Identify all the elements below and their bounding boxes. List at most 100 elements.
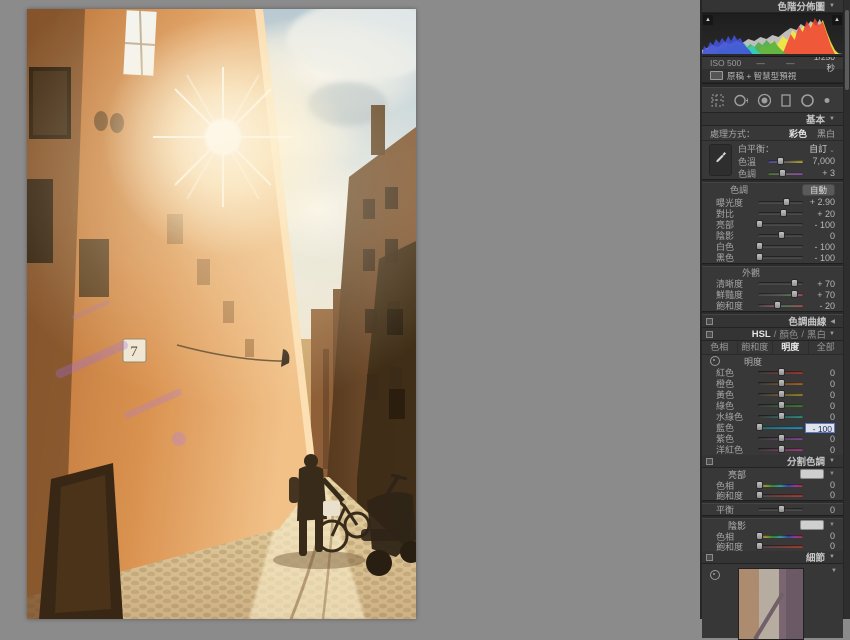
highlights-color-swatch[interactable]	[800, 469, 825, 479]
expand-arrow-icon[interactable]: ▼	[829, 522, 835, 528]
detail-preview[interactable]	[738, 568, 804, 640]
slider-track[interactable]	[758, 445, 803, 453]
slider-track[interactable]	[768, 168, 803, 177]
slider-track[interactable]	[756, 423, 803, 431]
hsl-mode-bw[interactable]: 黑白	[807, 327, 826, 341]
slider-track[interactable]	[758, 301, 803, 309]
hsl-mode-hsl[interactable]: HSL	[752, 329, 771, 340]
slider-thumb[interactable]	[791, 279, 798, 287]
slider-track[interactable]	[756, 253, 803, 261]
graduated-filter-icon[interactable]	[780, 93, 791, 108]
slider-track[interactable]	[758, 379, 803, 387]
slider-thumb[interactable]	[756, 531, 764, 540]
slider-thumb[interactable]	[756, 253, 764, 261]
slider-thumb[interactable]	[756, 423, 764, 431]
slider-thumb[interactable]	[777, 445, 785, 453]
wb-eyedropper-button[interactable]	[709, 144, 732, 176]
slider-thumb[interactable]	[779, 168, 786, 177]
slider-thumb[interactable]	[777, 390, 785, 398]
tab-luminance[interactable]: 明度	[773, 341, 809, 354]
split-toning-panel-header[interactable]: 分割色調 ▼	[702, 455, 843, 468]
panel-switch-icon[interactable]	[706, 458, 713, 465]
targeted-adjustment-icon[interactable]	[710, 356, 720, 366]
slider-thumb[interactable]	[791, 290, 798, 298]
slider-track[interactable]	[756, 541, 803, 550]
slider-thumb[interactable]	[756, 220, 764, 228]
treatment-bw-option[interactable]: 黑白	[817, 127, 835, 140]
wb-preset-dropdown[interactable]: 自訂 ⌄	[809, 142, 835, 155]
slider-thumb[interactable]	[777, 412, 785, 420]
shadows-color-swatch[interactable]	[800, 520, 825, 530]
panel-switch-icon[interactable]	[706, 554, 713, 561]
slider-track[interactable]	[756, 490, 803, 499]
slider-thumb[interactable]	[782, 197, 790, 206]
slider-blacks[interactable]: 黑色 - 100	[702, 252, 843, 264]
collapse-arrow-icon[interactable]: ▼	[829, 3, 835, 9]
collapse-arrow-icon[interactable]: ▼	[829, 554, 835, 560]
slider-thumb[interactable]	[777, 434, 785, 442]
tab-saturation[interactable]: 飽和度	[738, 341, 773, 354]
histogram-panel-header[interactable]: 色階分佈圖 ▼	[702, 0, 843, 13]
slider-thumb[interactable]	[756, 490, 764, 499]
slider-track[interactable]	[758, 197, 803, 206]
histogram[interactable]: ▲ ▲	[702, 13, 843, 57]
basic-panel-header[interactable]: 基本 ▼	[702, 113, 843, 126]
adjustment-brush-icon[interactable]	[823, 93, 830, 108]
slider-thumb[interactable]	[777, 368, 785, 376]
slider-track[interactable]	[758, 368, 803, 376]
slider-track[interactable]	[768, 156, 803, 165]
slider-track[interactable]	[756, 480, 803, 489]
slider-track[interactable]	[758, 279, 803, 287]
slider-thumb[interactable]	[777, 379, 785, 387]
treatment-color-option[interactable]: 彩色	[789, 127, 807, 140]
slider-thumb[interactable]	[773, 301, 781, 309]
slider-balance[interactable]: 平衡 0	[702, 504, 843, 516]
spot-removal-icon[interactable]	[733, 93, 749, 108]
slider-thumb[interactable]	[779, 209, 787, 217]
slider-highlights-saturation[interactable]: 飽和度 0	[702, 490, 843, 501]
highlight-clipping-indicator[interactable]: ▲	[832, 15, 842, 25]
radial-filter-icon[interactable]	[800, 93, 814, 108]
slider-thumb[interactable]	[777, 505, 785, 513]
hsl-panel-header[interactable]: HSL / 顏色 / 黑白 ▼	[702, 328, 843, 341]
slider-track[interactable]	[758, 505, 803, 513]
hsl-mode-color[interactable]: 顏色	[779, 327, 798, 341]
slider-track[interactable]	[758, 434, 803, 442]
slider-thumb[interactable]	[777, 231, 785, 239]
shadow-clipping-indicator[interactable]: ▲	[703, 15, 713, 25]
slider-track[interactable]	[758, 412, 803, 420]
slider-track[interactable]	[758, 209, 803, 217]
photo-canvas[interactable]: 7	[27, 9, 416, 619]
slider-track[interactable]	[758, 390, 803, 398]
slider-track[interactable]	[758, 401, 803, 409]
expand-arrow-icon[interactable]: ▼	[831, 568, 837, 574]
blue-luminance-value-input[interactable]: - 100	[805, 422, 835, 434]
collapse-arrow-icon[interactable]: ◀	[830, 318, 835, 325]
detail-zoom-target-icon[interactable]	[710, 570, 720, 580]
slider-thumb[interactable]	[756, 541, 764, 550]
collapse-arrow-icon[interactable]: ▼	[829, 458, 835, 464]
crop-overlay-icon[interactable]	[710, 93, 724, 108]
slider-saturation[interactable]: 飽和度 - 20	[702, 300, 843, 312]
slider-track[interactable]	[758, 290, 803, 298]
slider-thumb[interactable]	[756, 480, 764, 489]
slider-track[interactable]	[756, 242, 803, 250]
slider-thumb[interactable]	[756, 242, 764, 250]
panel-scrollbar[interactable]	[843, 0, 850, 619]
expand-arrow-icon[interactable]: ▼	[829, 471, 835, 477]
slider-thumb[interactable]	[776, 156, 784, 165]
collapse-arrow-icon[interactable]: ▼	[829, 331, 835, 337]
slider-thumb[interactable]	[777, 401, 785, 409]
collapse-arrow-icon[interactable]: ▼	[829, 116, 835, 122]
detail-panel-header[interactable]: 細節 ▼	[702, 551, 843, 564]
slider-track[interactable]	[756, 220, 803, 228]
tab-hue[interactable]: 色相	[702, 341, 738, 354]
panel-switch-icon[interactable]	[706, 318, 713, 325]
panel-switch-icon[interactable]	[706, 331, 713, 338]
auto-tone-button[interactable]: 自動	[801, 183, 835, 196]
tab-all[interactable]: 全部	[809, 341, 844, 354]
scrollbar-thumb[interactable]	[845, 10, 849, 90]
red-eye-icon[interactable]	[757, 93, 771, 108]
slider-track[interactable]	[758, 231, 803, 239]
slider-track[interactable]	[756, 531, 803, 540]
